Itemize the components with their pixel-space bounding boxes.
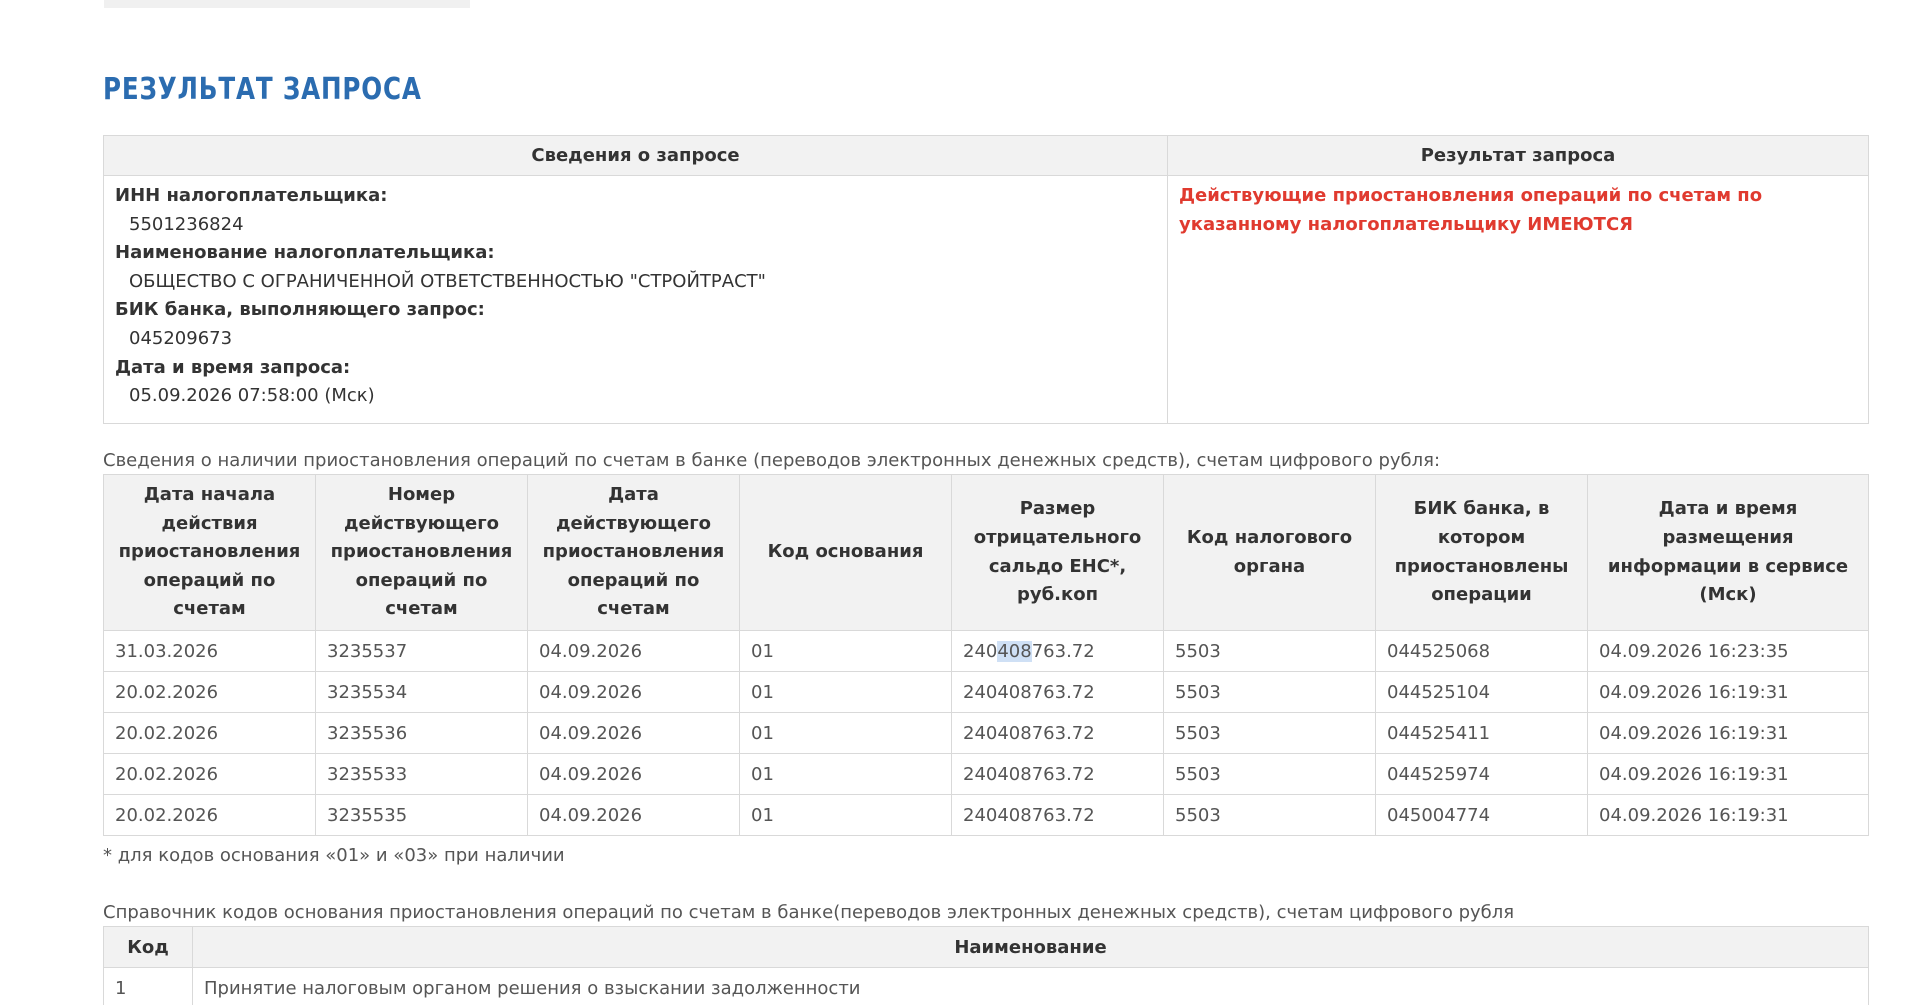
- cell-bank-bik: 044525974: [1375, 753, 1588, 795]
- bank-bik-label: БИК банка, выполняющего запрос:: [115, 299, 485, 321]
- cell-suspension-number: 3235535: [315, 794, 528, 836]
- col-header-posted-datetime: Дата и время размещения информации в сер…: [1587, 474, 1869, 631]
- table-row: 20.02.2026 3235533 04.09.2026 01 2404087…: [103, 753, 1869, 795]
- balance-part-1: 240: [963, 640, 998, 662]
- inn-label: ИНН налогоплательщика:: [115, 185, 388, 206]
- col-header-suspension-number: Номер действующего приостановления опера…: [315, 474, 528, 631]
- header-request-result: Результат запроса: [1167, 135, 1869, 176]
- basis-codes-table: Код Наименование 1 Принятие налоговым ор…: [103, 926, 1869, 1005]
- col-header-start-date: Дата начала действия приостановления опе…: [103, 474, 316, 631]
- cell-suspension-number: 3235533: [315, 753, 528, 795]
- cell-basis-code: 01: [739, 671, 952, 713]
- header-request-info: Сведения о запросе: [103, 135, 1168, 176]
- cell-suspension-date: 04.09.2026: [527, 753, 740, 795]
- cell-start-date: 20.02.2026: [103, 712, 316, 754]
- cell-basis-code: 01: [739, 794, 952, 836]
- cell-basis-code: 01: [739, 753, 952, 795]
- col-header-negative-balance: Размер отрицательного сальдо ЕНС*, руб.к…: [951, 474, 1164, 631]
- cell-posted-datetime: 04.09.2026 16:23:35: [1587, 630, 1869, 672]
- cell-posted-datetime: 04.09.2026 16:19:31: [1587, 712, 1869, 754]
- cell-basis-code: 01: [739, 712, 952, 754]
- cell-tax-office-code: 5503: [1163, 630, 1376, 672]
- cell-negative-balance: 240408763.72: [951, 712, 1164, 754]
- cell-bank-bik: 044525104: [1375, 671, 1588, 713]
- request-result-text: Действующие приостановления операций по …: [1179, 185, 1763, 235]
- col-header-tax-office-code: Код налогового органа: [1163, 474, 1376, 631]
- codes-caption: Справочник кодов основания приостановлен…: [103, 902, 1515, 923]
- cell-negative-balance-highlighted: 240408763.72: [951, 630, 1164, 672]
- col-header-code: Код: [103, 926, 193, 968]
- cell-tax-office-code: 5503: [1163, 712, 1376, 754]
- cell-code: 1: [103, 967, 193, 1005]
- col-header-bank-bik: БИК банка, в котором приостановлены опер…: [1375, 474, 1588, 631]
- request-datetime-value: 05.09.2026 07:58:00 (Мск): [129, 385, 375, 407]
- cell-suspension-number: 3235536: [315, 712, 528, 754]
- col-header-suspension-date: Дата действующего приостановления операц…: [527, 474, 740, 631]
- suspensions-caption: Сведения о наличии приостановления опера…: [103, 450, 1441, 471]
- table-row: 20.02.2026 3235534 04.09.2026 01 2404087…: [103, 671, 1869, 713]
- request-info-cell: ИНН налогоплательщика: 5501236824 Наимен…: [103, 175, 1168, 424]
- cell-tax-office-code: 5503: [1163, 753, 1376, 795]
- table-row: 20.02.2026 3235536 04.09.2026 01 2404087…: [103, 712, 1869, 754]
- request-result-cell: Действующие приостановления операций по …: [1167, 175, 1869, 424]
- cell-bank-bik: 045004774: [1375, 794, 1588, 836]
- cell-negative-balance: 240408763.72: [951, 794, 1164, 836]
- cell-start-date: 20.02.2026: [103, 794, 316, 836]
- cell-start-date: 20.02.2026: [103, 671, 316, 713]
- request-datetime-label: Дата и время запроса:: [115, 356, 351, 378]
- table-row: 31.03.2026 3235537 04.09.2026 01 2404087…: [103, 630, 1869, 672]
- suspensions-table: Дата начала действия приостановления опе…: [103, 474, 1869, 836]
- cell-start-date: 31.03.2026: [103, 630, 316, 672]
- page-title: РЕЗУЛЬТАТ ЗАПРОСА: [103, 72, 422, 107]
- cell-start-date: 20.02.2026: [103, 753, 316, 795]
- cell-suspension-number: 3235534: [315, 671, 528, 713]
- page: РЕЗУЛЬТАТ ЗАПРОСА Сведения о запросе Рез…: [0, 0, 1920, 1005]
- request-info-table: Сведения о запросе Результат запроса ИНН…: [103, 135, 1869, 424]
- cell-negative-balance: 240408763.72: [951, 671, 1164, 713]
- taxpayer-name-label: Наименование налогоплательщика:: [115, 242, 495, 264]
- cell-tax-office-code: 5503: [1163, 794, 1376, 836]
- cell-posted-datetime: 04.09.2026 16:19:31: [1587, 753, 1869, 795]
- table-row: 1 Принятие налоговым органом решения о в…: [103, 967, 1869, 1005]
- cell-posted-datetime: 04.09.2026 16:19:31: [1587, 794, 1869, 836]
- cell-code-name: Принятие налоговым органом решения о взы…: [192, 967, 1869, 1005]
- cell-negative-balance: 240408763.72: [951, 753, 1164, 795]
- footnote: * для кодов основания «01» и «03» при на…: [103, 845, 565, 866]
- col-header-name: Наименование: [192, 926, 1869, 968]
- selected-text-highlight: 408: [997, 640, 1032, 662]
- cell-bank-bik: 044525411: [1375, 712, 1588, 754]
- cell-suspension-date: 04.09.2026: [527, 712, 740, 754]
- cell-suspension-date: 04.09.2026: [527, 671, 740, 713]
- taxpayer-name-value: ОБЩЕСТВО С ОГРАНИЧЕННОЙ ОТВЕТСТВЕННОСТЬЮ…: [129, 270, 766, 292]
- cell-basis-code: 01: [739, 630, 952, 672]
- cell-bank-bik: 044525068: [1375, 630, 1588, 672]
- table-row: 20.02.2026 3235535 04.09.2026 01 2404087…: [103, 794, 1869, 836]
- col-header-basis-code: Код основания: [739, 474, 952, 631]
- cell-suspension-number: 3235537: [315, 630, 528, 672]
- balance-part-2: 763.72: [1031, 640, 1095, 662]
- cell-suspension-date: 04.09.2026: [527, 794, 740, 836]
- bank-bik-value: 045209673: [129, 327, 233, 349]
- cell-tax-office-code: 5503: [1163, 671, 1376, 713]
- top-strip: [104, 0, 470, 8]
- cell-suspension-date: 04.09.2026: [527, 630, 740, 672]
- inn-value: 5501236824: [129, 213, 244, 235]
- cell-posted-datetime: 04.09.2026 16:19:31: [1587, 671, 1869, 713]
